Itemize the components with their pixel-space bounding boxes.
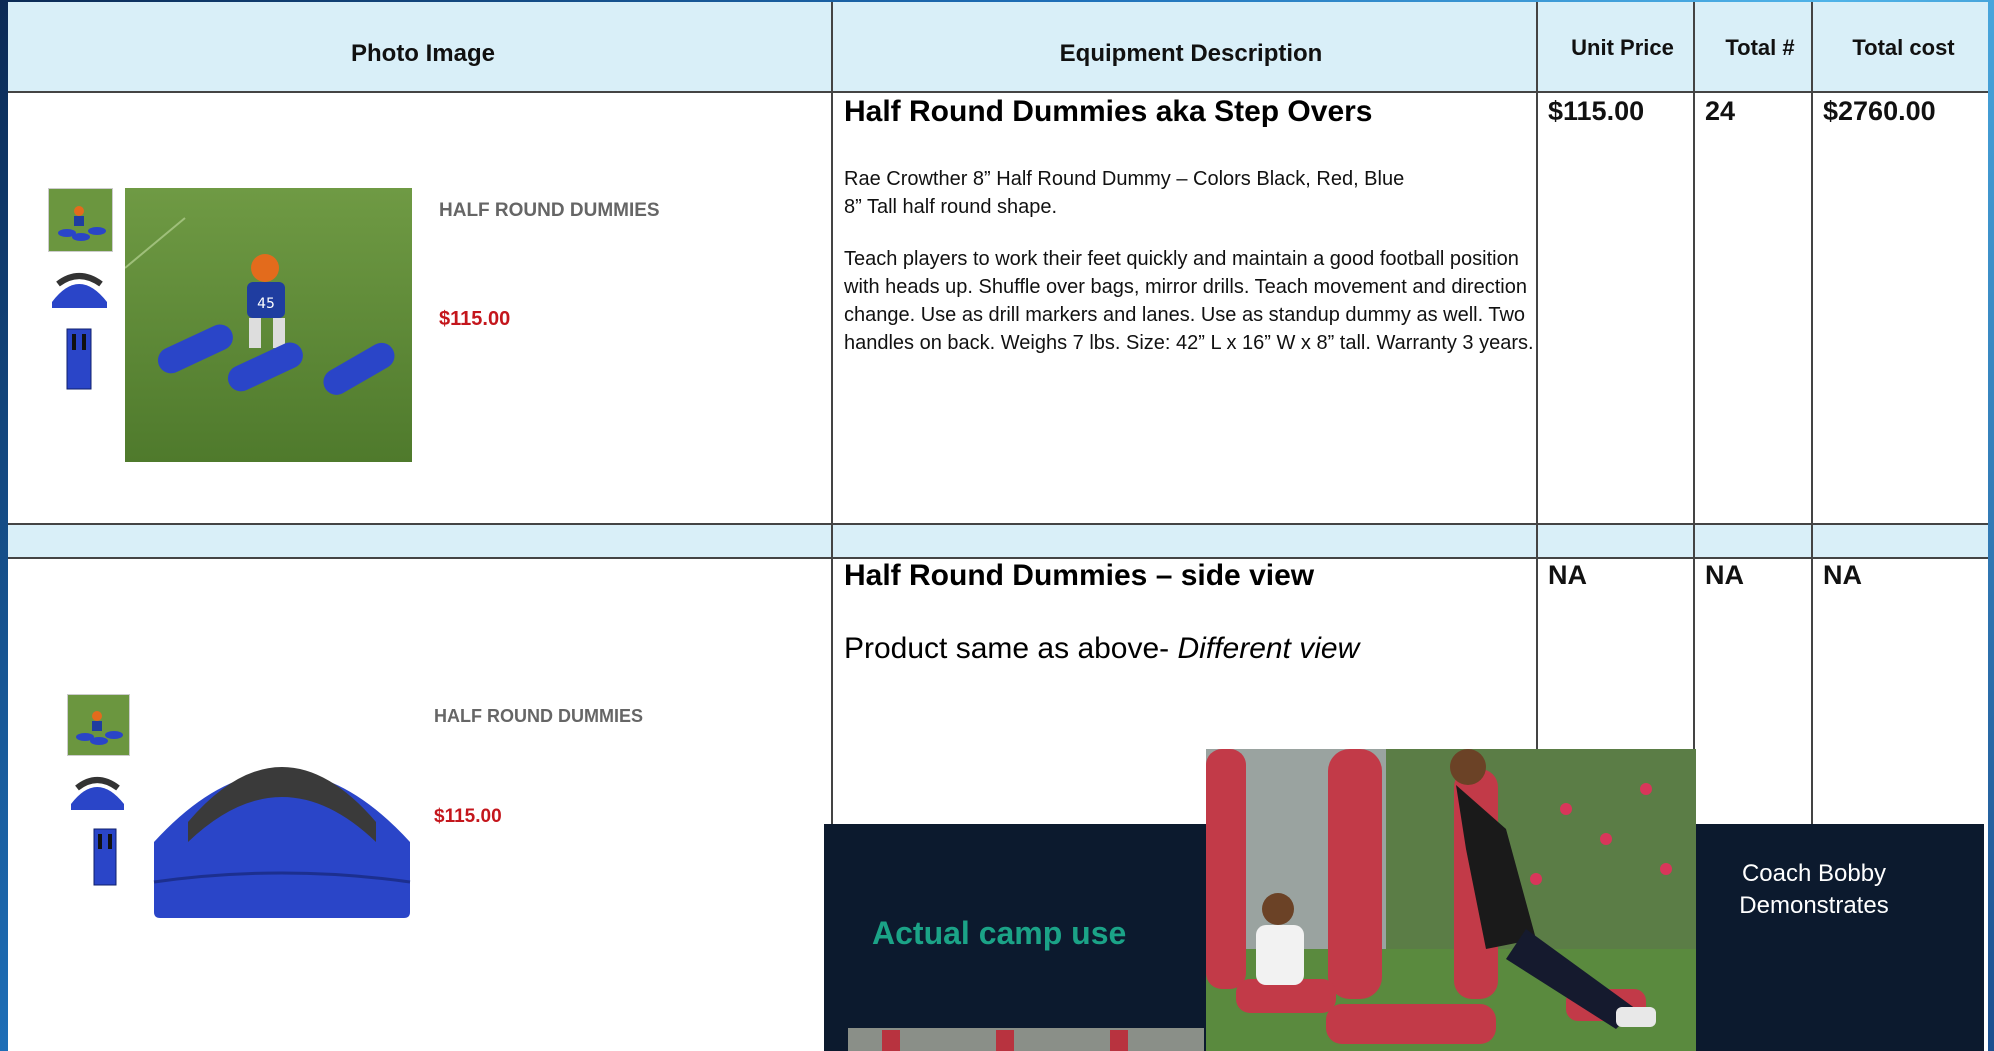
camp-photo [1206,749,1696,1051]
description-italic: Different view [1177,632,1360,665]
total-number-value: NA [1705,560,1744,590]
camp-use-label: Actual camp use [872,915,1127,951]
coach-label-line: Coach Bobby [1741,860,1887,887]
thumbnail-top-image[interactable] [66,328,92,390]
product-price: $115.00 [439,308,511,330]
product-photo [148,732,416,922]
thumbnail-top-image[interactable] [93,828,117,886]
unit-price-value: $115.00 [1548,96,1645,126]
thumbnail-field-image[interactable] [48,188,113,252]
thumbnail-side-image[interactable] [67,766,128,816]
header-equipment-description: Equipment Description [1059,40,1323,67]
thumbnail-side-image[interactable] [48,264,111,316]
header-photo-image: Photo Image [350,40,495,67]
product-name: HALF ROUND DUMMIES [439,200,660,221]
svg-text:45: 45 [257,296,275,312]
unit-price-value: NA [1548,560,1587,590]
header-unit-price: Unit Price [1571,35,1674,60]
product-photo: 45 [125,188,412,462]
item-description: Rae Crowther 8” Half Round Dummy – Color… [844,165,1534,357]
header-total-number: Total # [1725,35,1795,60]
product-name: HALF ROUND DUMMIES [434,706,643,726]
total-cost-value: NA [1823,560,1862,590]
item-title: Half Round Dummies – side view [844,559,1315,592]
header-total-cost: Total cost [1852,35,1955,60]
row-separator [8,523,1988,559]
total-number-value: 24 [1705,96,1736,126]
item-title: Half Round Dummies aka Step Overs [844,95,1373,128]
description-line: Rae Crowther 8” Half Round Dummy – Color… [844,168,1405,190]
description-line: 8” Tall half round shape. [844,196,1058,218]
coach-demonstrates-label: Coach Bobby Demonstrates [1700,858,1928,922]
item-description: Product same as above- Different view [844,632,1359,666]
coach-label-line: Demonstrates [1739,892,1889,919]
total-cost-value: $2760.00 [1823,96,1936,126]
camp-photo-strip [848,1028,1204,1051]
thumbnail-field-image[interactable] [67,694,130,756]
description-paragraph: Teach players to work their feet quickly… [844,248,1534,354]
product-price: $115.00 [434,806,502,827]
description-text: Product same as above- [844,632,1178,665]
